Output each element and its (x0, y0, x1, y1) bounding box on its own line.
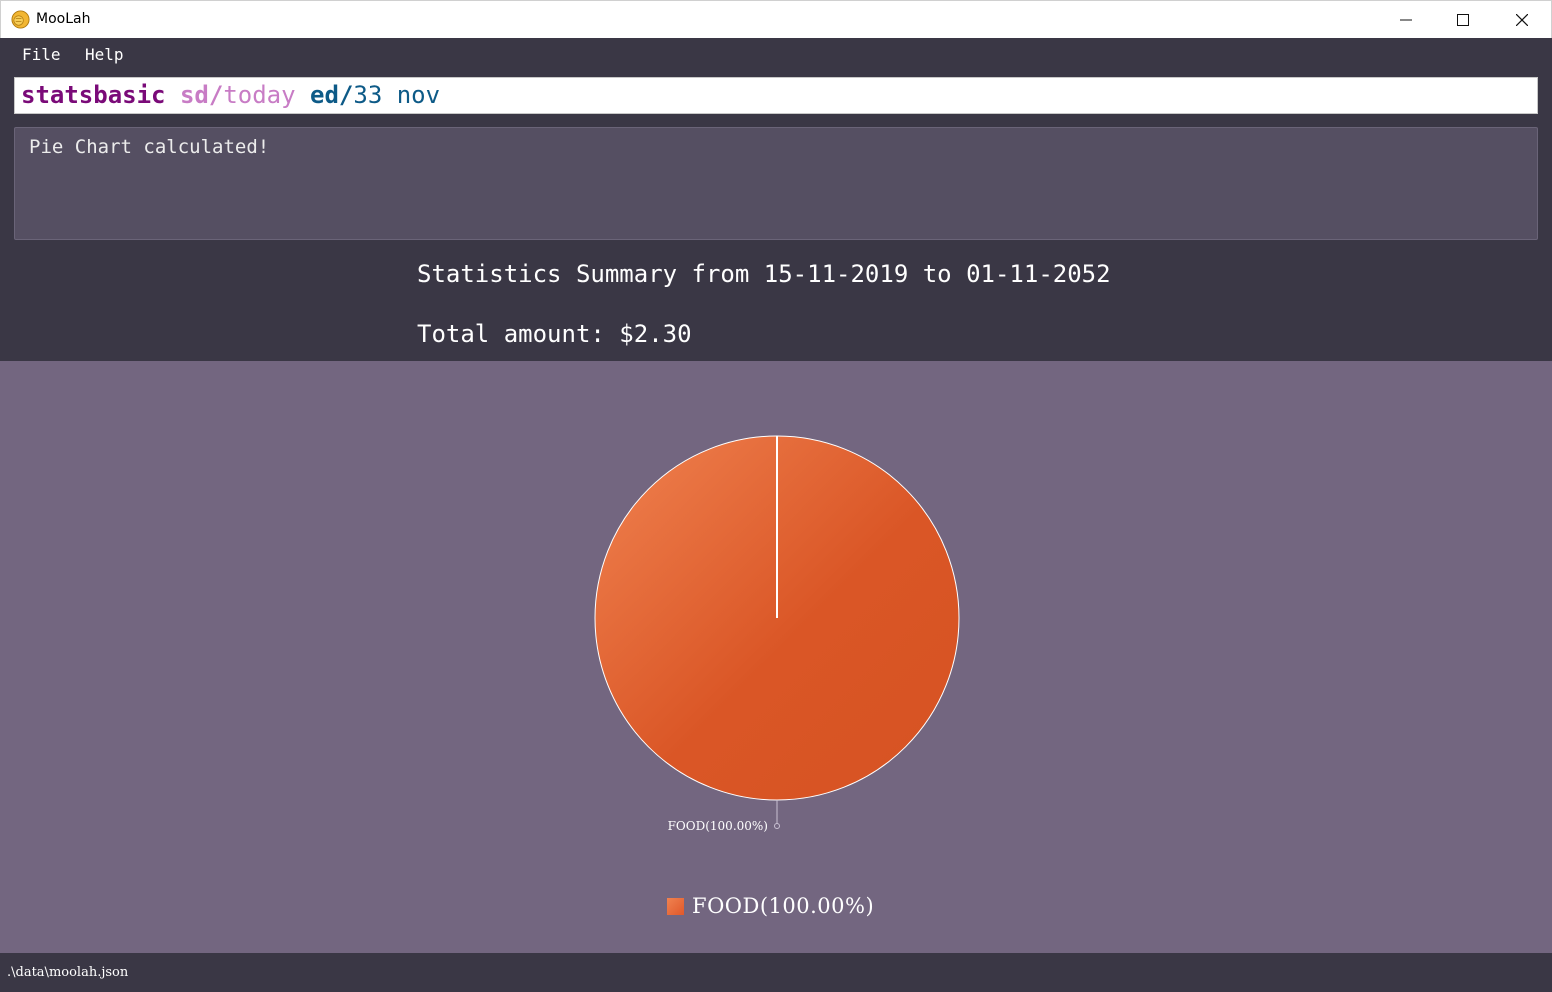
close-button[interactable] (1493, 1, 1551, 38)
chart-legend: FOOD(100.00%) (667, 894, 874, 918)
legend-item-food: FOOD(100.00%) (692, 894, 875, 918)
slice-label-anchor (774, 823, 780, 829)
menu-file[interactable]: File (22, 45, 61, 64)
window-title: MooLah (36, 11, 91, 27)
result-message: Pie Chart calculated! (29, 136, 270, 158)
pie-chart: FOOD(100.00%) (594, 435, 960, 833)
end-date-value: 33 nov (353, 81, 441, 109)
maximize-button[interactable] (1434, 1, 1492, 38)
maximize-icon (1457, 13, 1469, 26)
start-date-value: today (223, 81, 296, 109)
minimize-icon (1400, 19, 1412, 20)
result-display: Pie Chart calculated! (14, 127, 1538, 240)
title-bar: MooLah (0, 0, 1552, 38)
chart-panel: FOOD(100.00%) FOOD(100.00%) (0, 361, 1552, 953)
coin-stack-icon (11, 10, 30, 29)
menu-help[interactable]: Help (85, 45, 124, 64)
command-word: statsbasic (21, 81, 166, 109)
end-date-prefix: ed/ (310, 81, 354, 109)
status-bar: .\data\moolah.json (0, 953, 1552, 992)
legend-swatch (667, 897, 684, 915)
start-date-prefix: sd/ (179, 81, 224, 109)
data-file-path: .\data\moolah.json (7, 965, 129, 980)
menu-bar: File Help (0, 38, 1552, 72)
command-input[interactable]: statsbasic sd/today ed/33 nov (14, 77, 1538, 114)
total-amount: Total amount: $2.30 (417, 320, 692, 348)
slice-label-food: FOOD(100.00%) (668, 819, 768, 833)
minimize-button[interactable] (1377, 1, 1435, 38)
statistics-summary-title: Statistics Summary from 15-11-2019 to 01… (417, 260, 1111, 288)
close-icon (1516, 13, 1528, 26)
